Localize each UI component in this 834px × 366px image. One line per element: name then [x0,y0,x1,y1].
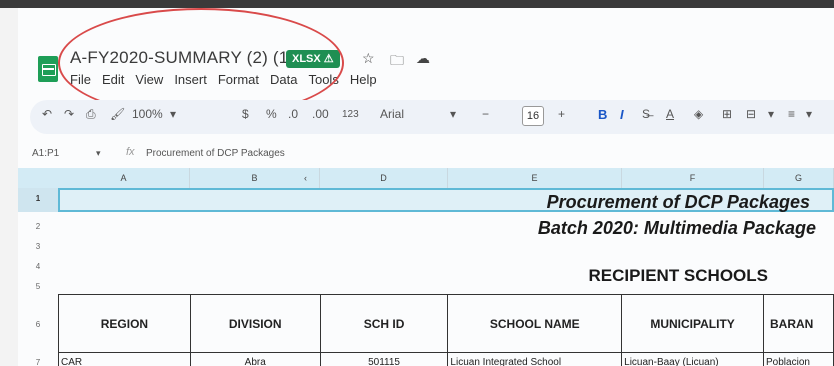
cell-barangay[interactable]: Poblacion [763,352,834,366]
minus-icon[interactable]: − [482,107,489,121]
chevron-down-icon[interactable]: ▾ [450,107,456,121]
cloud-status-icon[interactable]: ☁ [416,50,430,67]
column-header-a[interactable]: A [58,168,190,188]
cell-sch-id[interactable]: 501115 [319,352,449,366]
fill-color-icon[interactable]: ◈ [694,107,703,121]
merge-cells-icon[interactable]: ⊟ [746,107,756,121]
italic-button[interactable]: I [620,107,624,122]
menu-item-format[interactable]: Format [218,72,259,87]
menu-item-file[interactable]: File [70,72,91,87]
menu-item-tools[interactable]: Tools [308,72,338,87]
print-icon[interactable]: ⎙ [86,107,96,122]
fx-icon: fx [126,146,135,158]
table-row: CAR Abra 501115 Licuan Integrated School… [58,352,834,366]
recipients-table: REGION DIVISION SCH ID SCHOOL NAME MUNIC… [58,294,834,366]
sheet-subtitle-batch: Batch 2020: Multimedia Package [537,218,816,238]
row-number[interactable]: 7 [18,358,58,366]
zoom-select[interactable]: 100% [132,107,163,121]
cell-division[interactable]: Abra [189,352,321,366]
menu-item-view[interactable]: View [135,72,163,87]
cell-municipality[interactable]: Licuan-Baay (Licuan) [621,352,765,366]
column-header-g[interactable]: G [764,168,834,188]
photo-left-margin [0,8,18,366]
name-box[interactable]: A1:P1 [32,148,59,159]
menu-bar: File Edit View Insert Format Data Tools … [70,72,388,87]
chevron-down-icon[interactable]: ▾ [170,107,176,121]
chevron-down-icon[interactable]: ▾ [768,107,774,121]
chevron-down-icon[interactable]: ▾ [806,107,812,121]
decrease-decimal-button[interactable]: .0 [288,107,298,121]
strikethrough-icon[interactable]: S̶ [642,107,650,121]
sheets-logo-icon[interactable] [38,56,58,82]
plus-icon[interactable]: + [558,107,565,121]
text-color-icon[interactable]: A [666,107,674,121]
xlsx-badge[interactable]: XLSX ⚠ [286,50,340,68]
toolbar: ↶ ↷ ⎙ 🖌 100% ▾ $ % .0 .00 123 Arial ▾ − … [30,100,834,134]
increase-decimal-button[interactable]: .00 [312,107,329,121]
borders-icon[interactable]: ⊞ [722,107,732,121]
menu-item-data[interactable]: Data [270,72,297,87]
column-header-f[interactable]: F [622,168,764,188]
column-header-e[interactable]: E [448,168,622,188]
menu-item-insert[interactable]: Insert [174,72,207,87]
document-title[interactable]: A-FY2020-SUMMARY (2) (1) [70,48,294,68]
sheet-heading-recipients: RECIPIENT SCHOOLS [588,266,768,285]
formula-input[interactable]: Procurement of DCP Packages [146,148,285,159]
select-all-corner[interactable] [18,168,58,188]
table-header-region[interactable]: REGION [58,294,191,353]
table-header-school-name[interactable]: SCHOOL NAME [447,294,623,353]
table-header-municipality[interactable]: MUNICIPALITY [621,294,765,353]
cell-school-name[interactable]: Licuan Integrated School [447,352,623,366]
redo-icon[interactable]: ↷ [64,107,74,121]
table-header-barangay[interactable]: BARAN [763,294,834,353]
menu-item-edit[interactable]: Edit [102,72,124,87]
number-format-button[interactable]: 123 [342,109,359,120]
sheet-grid: A B ‹ › D E F G 1 2 3 4 5 6 7 Procuremen… [18,168,834,366]
paint-format-icon[interactable]: 🖌 [110,107,125,121]
percent-format-button[interactable]: % [266,107,277,121]
table-header-division[interactable]: DIVISION [189,294,321,353]
column-header-b[interactable]: B [190,168,320,188]
photo-top-edge [0,0,834,8]
row-number[interactable]: 6 [18,320,58,329]
align-icon[interactable]: ≡ [788,107,795,121]
sheet-title-procurement: Procurement of DCP Packages [546,192,810,212]
cell-region[interactable]: CAR [58,352,191,366]
row-number[interactable]: 3 [18,242,58,251]
menu-item-help[interactable]: Help [350,72,377,87]
spreadsheet-app: A-FY2020-SUMMARY (2) (1) XLSX ⚠ ☆ 🗀 ☁ Fi… [18,8,834,366]
chevron-down-icon[interactable]: ▾ [96,148,101,159]
star-icon[interactable]: ☆ [362,50,375,67]
column-header-d[interactable]: D [320,168,448,188]
currency-format-button[interactable]: $ [242,107,249,121]
font-size-input[interactable]: 16 [522,106,544,126]
move-folder-icon[interactable]: 🗀 [390,50,404,74]
undo-icon[interactable]: ↶ [42,107,52,121]
bold-button[interactable]: B [598,107,607,122]
table-header-sch-id[interactable]: SCH ID [319,294,449,353]
font-family-select[interactable]: Arial [380,107,404,121]
